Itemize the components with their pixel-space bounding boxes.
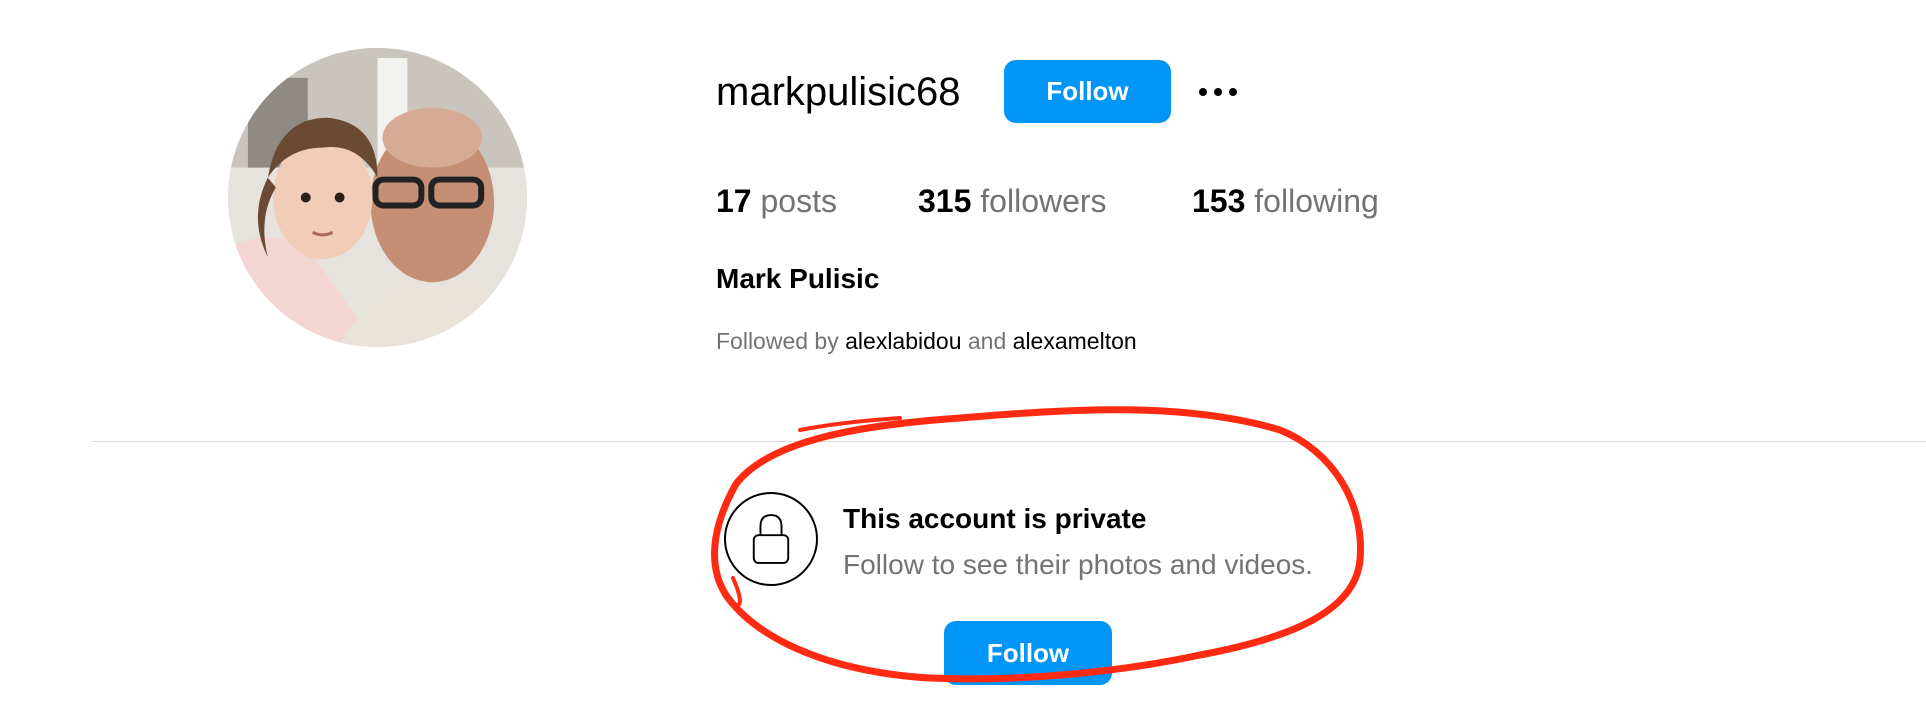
posts-stat: 17 posts bbox=[716, 181, 837, 221]
following-label: following bbox=[1254, 183, 1379, 219]
profile-username: markpulisic68 bbox=[716, 70, 961, 114]
posts-count: 17 bbox=[716, 183, 752, 219]
followers-label: followers bbox=[980, 183, 1107, 219]
followed-by-joiner: and bbox=[967, 328, 1007, 354]
following-stat[interactable]: 153 following bbox=[1192, 181, 1379, 221]
followed-by-user-link[interactable]: alexlabidou bbox=[845, 328, 961, 354]
section-divider bbox=[92, 441, 1926, 442]
lock-icon bbox=[724, 492, 818, 586]
more-horizontal-icon bbox=[1199, 88, 1207, 96]
profile-full-name: Mark Pulisic bbox=[716, 263, 880, 294]
follow-button[interactable]: Follow bbox=[1004, 60, 1171, 123]
private-account-subtitle: Follow to see their photos and videos. bbox=[843, 549, 1314, 580]
followed-by-prefix: Followed by bbox=[716, 328, 839, 354]
profile-page: markpulisic68 Follow 17 posts 315 follow… bbox=[0, 0, 1926, 716]
more-horizontal-icon bbox=[1229, 88, 1237, 96]
profile-avatar[interactable] bbox=[228, 48, 527, 347]
private-account-title: This account is private bbox=[843, 503, 1147, 534]
posts-label: posts bbox=[760, 183, 837, 219]
followers-stat[interactable]: 315 followers bbox=[918, 181, 1107, 221]
following-count: 153 bbox=[1192, 183, 1246, 219]
followed-by-text: Followed by alexlabidou and alexamelton bbox=[716, 326, 1137, 356]
more-options-button[interactable] bbox=[1192, 72, 1244, 112]
avatar-photo bbox=[228, 48, 527, 347]
followers-count: 315 bbox=[918, 183, 972, 219]
private-follow-button[interactable]: Follow bbox=[944, 621, 1112, 685]
followed-by-user-link[interactable]: alexamelton bbox=[1013, 328, 1137, 354]
more-horizontal-icon bbox=[1214, 88, 1222, 96]
